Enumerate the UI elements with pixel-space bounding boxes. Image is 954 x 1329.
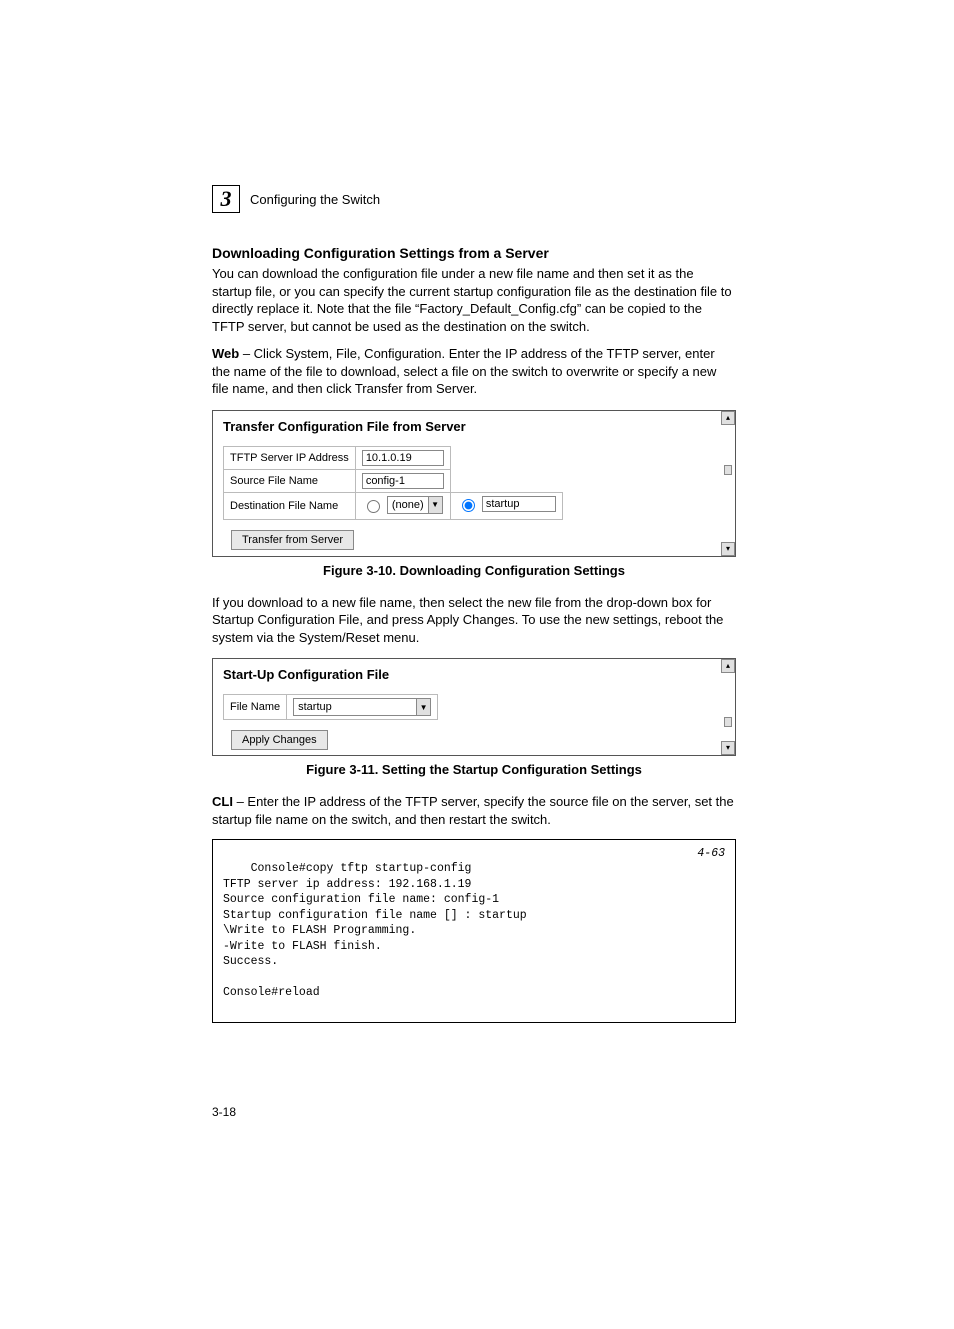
transfer-from-server-button[interactable]: Transfer from Server xyxy=(231,530,354,550)
dest-startup-radio[interactable] xyxy=(462,499,475,512)
panel-title: Start-Up Configuration File xyxy=(213,659,735,690)
figure-3-11-caption: Figure 3-11. Setting the Startup Configu… xyxy=(212,762,736,777)
dest-file-label: Destination File Name xyxy=(224,492,356,519)
dest-none-radio[interactable] xyxy=(367,500,380,513)
file-name-select[interactable]: startup ▼ xyxy=(293,698,431,716)
cli-output-box: 4-63 Console#copy tftp startup-config TFT… xyxy=(212,839,736,1024)
chevron-down-icon: ▼ xyxy=(416,699,430,715)
chevron-down-icon: ▼ xyxy=(428,497,442,513)
file-name-value: startup xyxy=(298,701,332,713)
chapter-number-icon: 3 xyxy=(212,185,240,213)
cli-text: – Enter the IP address of the TFTP serve… xyxy=(212,794,734,827)
startup-form-table: File Name startup ▼ xyxy=(223,694,438,720)
tftp-ip-input[interactable] xyxy=(362,450,444,466)
source-file-input[interactable] xyxy=(362,473,444,489)
scroll-thumb[interactable] xyxy=(724,717,732,727)
source-file-label: Source File Name xyxy=(224,469,356,492)
cli-page-ref: 4-63 xyxy=(697,846,725,862)
dest-none-select[interactable]: (none) ▼ xyxy=(387,496,443,514)
tftp-ip-label: TFTP Server IP Address xyxy=(224,446,356,469)
apply-changes-button[interactable]: Apply Changes xyxy=(231,730,328,750)
web-lead: Web xyxy=(212,346,239,361)
cli-paragraph: CLI – Enter the IP address of the TFTP s… xyxy=(212,793,736,828)
dest-none-value: (none) xyxy=(392,499,424,511)
web-paragraph: Web – Click System, File, Configuration.… xyxy=(212,345,736,398)
scroll-up-icon[interactable]: ▴ xyxy=(721,659,735,673)
dest-startup-input[interactable] xyxy=(482,496,556,512)
figure-3-10-panel: ▴ ▾ Transfer Configuration File from Ser… xyxy=(212,410,736,557)
figure-3-10-caption: Figure 3-10. Downloading Configuration S… xyxy=(212,563,736,578)
intro-paragraph: You can download the configuration file … xyxy=(212,265,736,335)
mid-paragraph: If you download to a new file name, then… xyxy=(212,594,736,647)
figure-3-11-panel: ▴ ▾ Start-Up Configuration File File Nam… xyxy=(212,658,736,756)
scroll-down-icon[interactable]: ▾ xyxy=(721,542,735,556)
scroll-down-icon[interactable]: ▾ xyxy=(721,741,735,755)
scroll-thumb[interactable] xyxy=(724,465,732,475)
cli-lines: Console#copy tftp startup-config TFTP se… xyxy=(223,862,527,999)
file-name-label: File Name xyxy=(224,695,287,720)
transfer-form-table: TFTP Server IP Address Source File Name … xyxy=(223,446,563,520)
scroll-up-icon[interactable]: ▴ xyxy=(721,411,735,425)
web-text: – Click System, File, Configuration. Ent… xyxy=(212,346,716,396)
page-number: 3-18 xyxy=(212,1105,736,1119)
cli-lead: CLI xyxy=(212,794,233,809)
chapter-label: Configuring the Switch xyxy=(250,192,380,207)
chapter-header: 3 Configuring the Switch xyxy=(212,185,736,213)
panel-title: Transfer Configuration File from Server xyxy=(213,411,735,442)
section-title: Downloading Configuration Settings from … xyxy=(212,245,736,261)
